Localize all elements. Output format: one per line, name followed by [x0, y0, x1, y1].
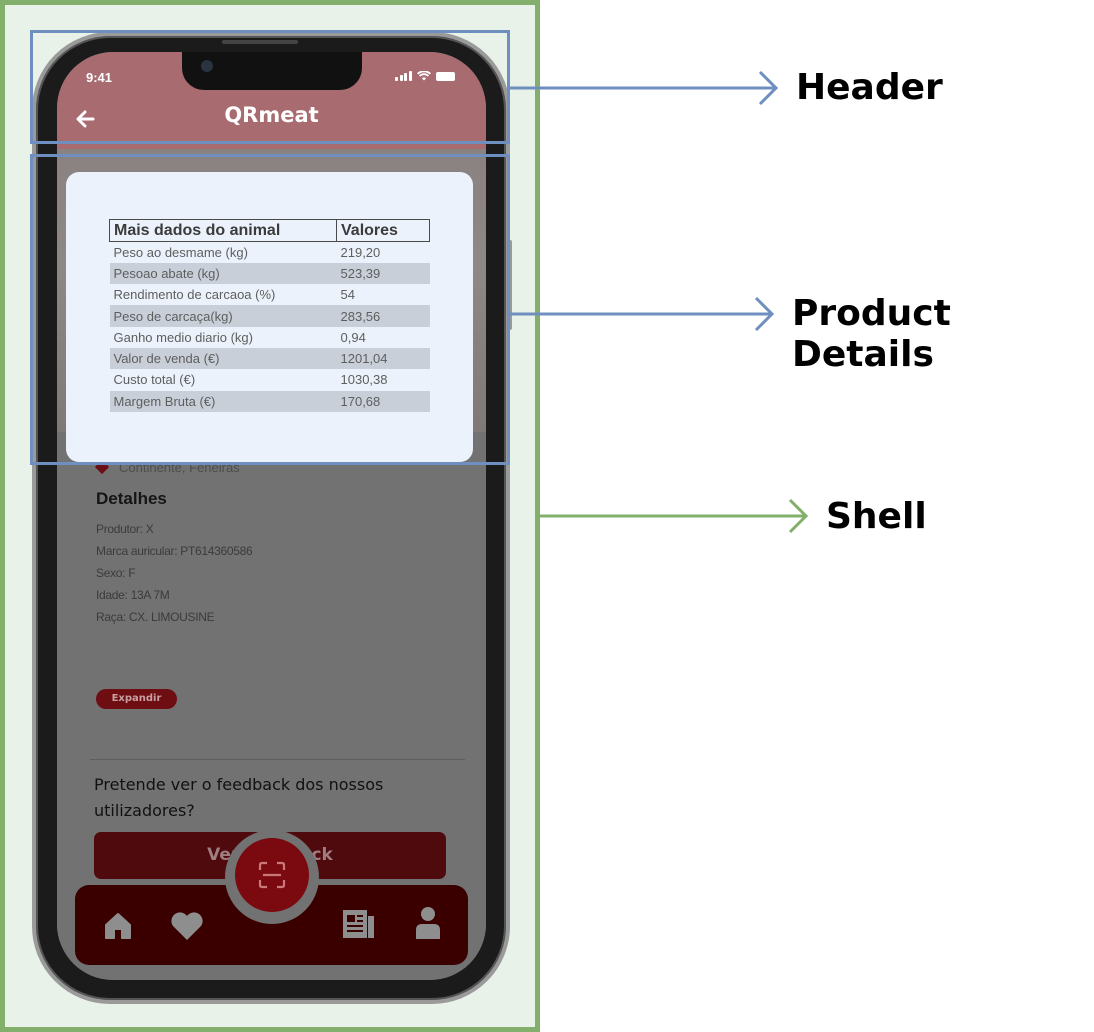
detail-producer: Produtor: X [96, 522, 154, 536]
expand-button[interactable]: Expandir [96, 689, 177, 709]
product-details-annotation-label: Product Details [792, 293, 951, 375]
scan-icon[interactable] [256, 859, 288, 891]
detail-age: Idade: 13A 7M [96, 588, 170, 602]
divider [90, 759, 465, 760]
details-title: Detalhes [96, 489, 167, 508]
detail-breed: Raça: CX. LIMOUSINE [96, 610, 215, 624]
feedback-question: Pretende ver o feedback dos nossos utili… [94, 775, 384, 820]
phone-speaker [222, 40, 298, 44]
newspaper-icon[interactable] [342, 908, 376, 940]
heart-icon[interactable] [169, 910, 205, 942]
shell-arrow-icon [540, 498, 809, 534]
detail-ear-tag: Marca auricular: PT614360586 [96, 544, 253, 558]
camera-icon [201, 60, 213, 72]
product-details-arrow-icon [508, 296, 775, 332]
detail-sex: Sexo: F [96, 566, 136, 580]
product-details-annotation-box [30, 154, 510, 465]
header-annotation-label: Header [796, 67, 943, 108]
header-arrow-icon [508, 70, 779, 106]
home-icon[interactable] [102, 910, 134, 942]
shell-annotation-label: Shell [826, 496, 927, 537]
user-icon[interactable] [415, 906, 441, 940]
